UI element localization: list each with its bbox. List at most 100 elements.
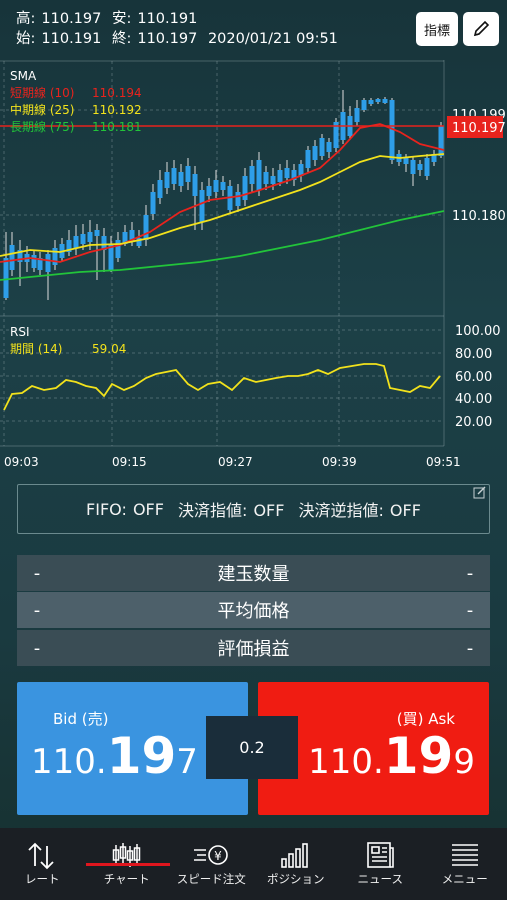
candle-body-45 xyxy=(319,138,325,156)
axis-labels: 110.199110.197110.180100.0080.0060.0040.… xyxy=(4,108,506,469)
candle-body-36 xyxy=(256,160,262,190)
open-value: 110.191 xyxy=(41,31,102,47)
position-quantity-label: 建玉数量 xyxy=(217,564,290,585)
candle-body-60 xyxy=(424,158,430,176)
edit-icon[interactable] xyxy=(473,485,487,499)
candle-body-33 xyxy=(235,192,241,206)
nav-position-label: ポジション xyxy=(267,872,325,886)
bid-price-major: 110. xyxy=(31,742,107,782)
rsi-series-line xyxy=(3,363,441,411)
candle-body-37 xyxy=(263,172,269,184)
candle-body-44 xyxy=(312,146,318,160)
candle-body-10 xyxy=(73,236,79,248)
speed-order-icon: ¥ xyxy=(194,845,229,865)
svg-text:¥: ¥ xyxy=(214,849,222,863)
spread-box: 0.2 xyxy=(206,716,298,779)
sma-long-name: 長期線 (75) xyxy=(10,120,75,134)
candle-body-38 xyxy=(270,176,276,184)
bottom-nav: レート チャート ¥ スピード注文 ポジション ニュース メニュー xyxy=(0,828,507,900)
nav-speed-order[interactable]: ¥ スピード注文 xyxy=(169,828,254,900)
open-label: 始: xyxy=(16,31,36,47)
average-price-label: 平均価格 xyxy=(217,601,290,622)
draw-button[interactable] xyxy=(463,12,499,46)
candle-body-13 xyxy=(94,230,100,236)
stop-setting: 決済逆指値: OFF xyxy=(298,501,421,520)
candle-body-21 xyxy=(150,192,156,214)
time-tick-3: 09:39 xyxy=(322,455,357,469)
close-label: 終: xyxy=(111,31,132,47)
bid-price: 110.197 xyxy=(31,727,198,785)
average-price-left: - xyxy=(33,599,41,621)
unrealized-pl-label: 評価損益 xyxy=(217,639,290,660)
rsi-tick-3: 40.00 xyxy=(455,392,492,407)
position-bars-icon xyxy=(280,843,308,868)
unrealized-pl-right: - xyxy=(466,637,474,659)
candle-body-28 xyxy=(199,190,205,222)
candle-body-30 xyxy=(213,180,219,192)
spread-value: 0.2 xyxy=(239,738,265,757)
candle-body-4 xyxy=(31,255,37,268)
nav-chart-label: チャート xyxy=(103,872,150,886)
rsi-period-label: 期間 (14) xyxy=(10,342,63,356)
bid-price-pips: 19 xyxy=(106,727,177,785)
candle-body-39 xyxy=(277,170,283,182)
rsi-line xyxy=(3,363,441,411)
low-label: 安: xyxy=(111,11,132,27)
limit-setting: 決済指値: OFF xyxy=(177,501,285,520)
rsi-tick-0: 100.00 xyxy=(455,324,501,339)
nav-position[interactable]: ポジション xyxy=(254,828,339,900)
rate-arrows-icon xyxy=(28,842,54,870)
nav-news-label: ニュース xyxy=(357,872,403,886)
candle-body-43 xyxy=(305,150,311,168)
bid-price-fraction: 7 xyxy=(176,742,198,782)
nav-rate-label: レート xyxy=(25,872,60,886)
sma-mid-row: 中期線 (25) 110.192 xyxy=(10,102,142,119)
sma-long-value: 110.181 xyxy=(92,120,142,134)
sma-mid-name: 中期線 (25) xyxy=(10,103,75,117)
bid-label: Bid (売) xyxy=(53,710,109,728)
candle-body-57 xyxy=(403,158,409,164)
candle-body-35 xyxy=(249,166,255,184)
sma-short-value: 110.194 xyxy=(92,86,142,100)
rsi-title: RSI xyxy=(10,325,30,339)
candle-body-24 xyxy=(171,168,177,184)
candle-body-53 xyxy=(375,99,381,102)
sma-title: SMA xyxy=(10,69,37,83)
pencil-icon xyxy=(473,20,490,37)
high-label: 高: xyxy=(16,11,36,27)
nav-menu[interactable]: メニュー xyxy=(423,828,507,900)
candle-body-31 xyxy=(220,182,226,190)
order-settings-box[interactable]: FIFO: OFF 決済指値: OFF 決済逆指値: OFF xyxy=(17,484,490,534)
indicator-button-label: 指標 xyxy=(423,23,450,39)
candle-body-27 xyxy=(192,174,198,196)
candle-body-20 xyxy=(143,215,149,240)
candle-body-62 xyxy=(438,126,444,156)
menu-lines-icon xyxy=(451,844,478,866)
ask-price-major: 110. xyxy=(308,742,384,782)
candle-body-11 xyxy=(80,234,86,244)
candle-body-16 xyxy=(115,240,121,258)
ohlc-header: 高: 110.197 安: 110.191 始: 110.191 終: 110.197 … xyxy=(16,9,344,49)
low-value: 110.191 xyxy=(137,11,198,27)
time-tick-4: 09:51 xyxy=(426,455,461,469)
candle-body-51 xyxy=(361,100,367,110)
candle-body-1 xyxy=(9,245,15,270)
candle-body-0 xyxy=(3,258,9,298)
unrealized-pl-row: - 評価損益 - xyxy=(17,630,490,666)
candle-body-26 xyxy=(185,166,191,182)
nav-rate[interactable]: レート xyxy=(0,828,85,900)
candle-body-52 xyxy=(368,100,374,104)
rsi-period-row: 期間 (14) 59.04 xyxy=(10,341,126,358)
candle-body-29 xyxy=(206,186,212,196)
nav-menu-label: メニュー xyxy=(441,872,488,886)
nav-news[interactable]: ニュース xyxy=(338,828,423,900)
indicator-button[interactable]: 指標 xyxy=(416,12,458,46)
time-tick-1: 09:15 xyxy=(112,455,147,469)
rsi-period-value: 59.04 xyxy=(92,342,127,356)
rsi-legend: RSI 期間 (14) 59.04 xyxy=(10,324,126,358)
average-price-right: - xyxy=(466,599,474,621)
sma-short-name: 短期線 (10) xyxy=(10,86,75,100)
close-value: 110.197 xyxy=(137,31,198,47)
candle-body-34 xyxy=(242,176,248,200)
candle-body-40 xyxy=(284,168,290,178)
